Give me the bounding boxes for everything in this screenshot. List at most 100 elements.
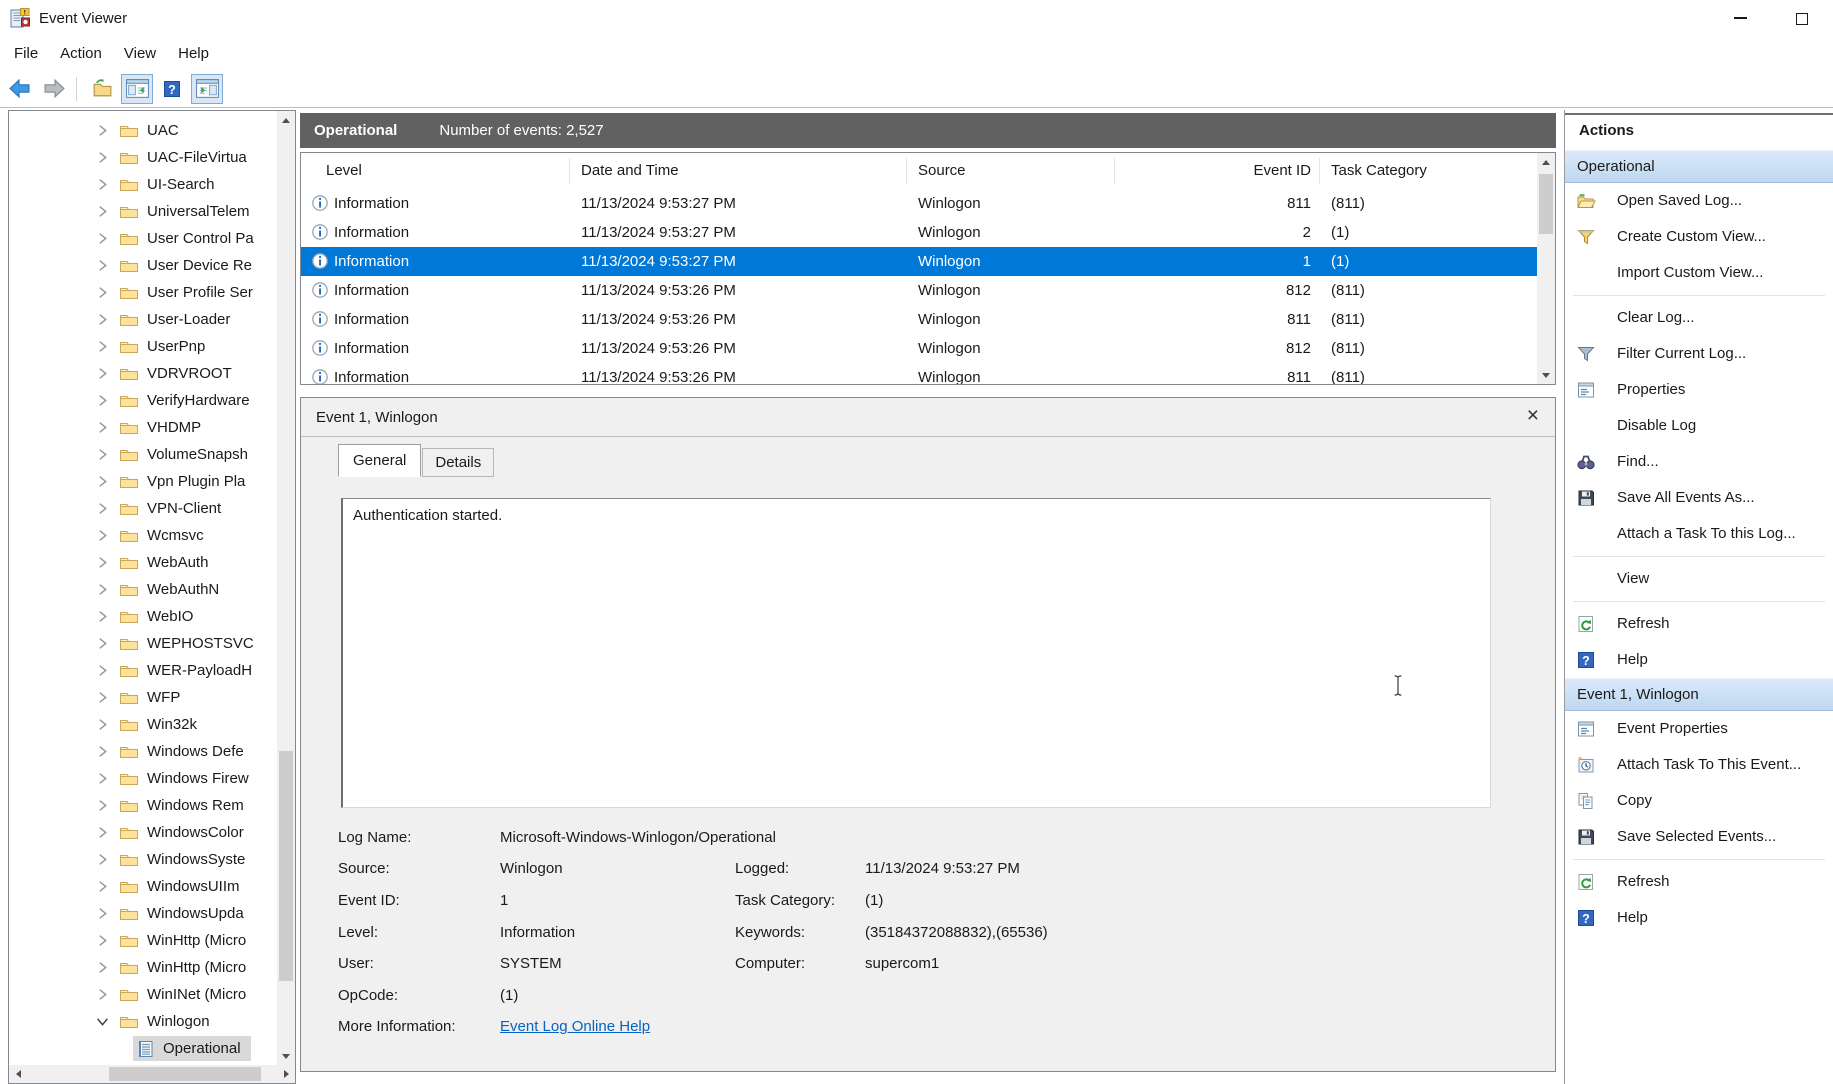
- tree-item-vpn-client[interactable]: VPN-Client: [9, 495, 279, 522]
- tree-item-wer-payloadh[interactable]: WER-PayloadH: [9, 657, 279, 684]
- actions-section-event-1-winlogon[interactable]: Event 1, Winlogon: [1565, 678, 1833, 711]
- column-header-date[interactable]: Date and Time: [581, 162, 679, 179]
- tree-item-win32k[interactable]: Win32k: [9, 711, 279, 738]
- column-header-event-id[interactable]: Event ID: [1131, 162, 1311, 179]
- minimize-button[interactable]: [1709, 0, 1771, 36]
- tree-item-user-device-re[interactable]: User Device Re: [9, 252, 279, 279]
- tree-item-user-control-pa[interactable]: User Control Pa: [9, 225, 279, 252]
- tree-item-windowsuiim[interactable]: WindowsUIIm: [9, 873, 279, 900]
- event-row[interactable]: Information11/13/2024 9:53:27 PMWinlogon…: [301, 189, 1537, 218]
- import-custom-view-action[interactable]: Import Custom View...: [1565, 255, 1833, 291]
- open-saved-log-action[interactable]: Open Saved Log...: [1565, 183, 1833, 219]
- tree-item-windows-firew[interactable]: Windows Firew: [9, 765, 279, 792]
- tree-item-verifyhardware[interactable]: VerifyHardware: [9, 387, 279, 414]
- event-row[interactable]: Information11/13/2024 9:53:26 PMWinlogon…: [301, 276, 1537, 305]
- tree-item-userpnp[interactable]: UserPnp: [9, 333, 279, 360]
- scroll-right-icon[interactable]: [277, 1065, 295, 1083]
- tree-item-wfp[interactable]: WFP: [9, 684, 279, 711]
- column-header-task-category[interactable]: Task Category: [1331, 162, 1427, 179]
- scroll-down-icon[interactable]: [277, 1047, 295, 1065]
- find-action[interactable]: Find...: [1565, 444, 1833, 480]
- tree-item-label: WER-PayloadH: [147, 662, 252, 679]
- forward-button[interactable]: [38, 74, 70, 104]
- disable-log-action[interactable]: Disable Log: [1565, 408, 1833, 444]
- clear-log-action[interactable]: Clear Log...: [1565, 300, 1833, 336]
- tree-vertical-scrollbar[interactable]: [277, 111, 295, 1065]
- export-icon: [91, 77, 114, 100]
- scroll-left-icon[interactable]: [9, 1065, 27, 1083]
- menu-view[interactable]: View: [113, 39, 167, 68]
- scroll-thumb[interactable]: [279, 751, 293, 981]
- scroll-down-icon[interactable]: [1537, 366, 1555, 384]
- filter-current-log-action[interactable]: Filter Current Log...: [1565, 336, 1833, 372]
- console-tree-toggle-button[interactable]: [121, 74, 153, 104]
- table-vertical-scrollbar[interactable]: [1537, 153, 1555, 384]
- tree-item-operational[interactable]: Operational: [9, 1035, 279, 1062]
- menu-action[interactable]: Action: [49, 39, 113, 68]
- tree-item-wcmsvc[interactable]: Wcmsvc: [9, 522, 279, 549]
- refresh-action[interactable]: Refresh: [1565, 864, 1833, 900]
- column-header-level[interactable]: Level: [326, 162, 362, 179]
- scroll-up-icon[interactable]: [277, 111, 295, 129]
- save-selected-events-action[interactable]: Save Selected Events...: [1565, 819, 1833, 855]
- export-button[interactable]: [86, 74, 118, 104]
- tree-item-windowsupda[interactable]: WindowsUpda: [9, 900, 279, 927]
- tree-item-ui-search[interactable]: UI-Search: [9, 171, 279, 198]
- tree-item-universaltelem[interactable]: UniversalTelem: [9, 198, 279, 225]
- tree-item-winlogon[interactable]: Winlogon: [9, 1008, 279, 1035]
- event-row[interactable]: Information11/13/2024 9:53:26 PMWinlogon…: [301, 334, 1537, 363]
- tree-item-vpn-plugin-pla[interactable]: Vpn Plugin Pla: [9, 468, 279, 495]
- refresh-action[interactable]: Refresh: [1565, 606, 1833, 642]
- menu-help[interactable]: Help: [167, 39, 220, 68]
- tree-item-user-profile-ser[interactable]: User Profile Ser: [9, 279, 279, 306]
- event-row[interactable]: Information11/13/2024 9:53:26 PMWinlogon…: [301, 305, 1537, 334]
- tree-horizontal-scrollbar[interactable]: [9, 1065, 295, 1083]
- actions-section-operational[interactable]: Operational: [1565, 150, 1833, 183]
- column-header-source[interactable]: Source: [918, 162, 966, 179]
- event-row[interactable]: Information11/13/2024 9:53:27 PMWinlogon…: [301, 247, 1537, 276]
- menu-file[interactable]: File: [3, 39, 49, 68]
- tree-item-wephostsvc[interactable]: WEPHOSTSVC: [9, 630, 279, 657]
- restore-button[interactable]: [1771, 0, 1833, 36]
- save-all-events-as-action[interactable]: Save All Events As...: [1565, 480, 1833, 516]
- help-action[interactable]: ?Help: [1565, 642, 1833, 678]
- event-row[interactable]: Information11/13/2024 9:53:27 PMWinlogon…: [301, 218, 1537, 247]
- tree-item-user-loader[interactable]: User-Loader: [9, 306, 279, 333]
- tree-item-winhttp-micro[interactable]: WinHttp (Micro: [9, 927, 279, 954]
- chevron-right-icon: [95, 798, 110, 813]
- tree-item-uac-filevirtua[interactable]: UAC-FileVirtua: [9, 144, 279, 171]
- tree-item-windows-defe[interactable]: Windows Defe: [9, 738, 279, 765]
- tree-item-webauthn[interactable]: WebAuthN: [9, 576, 279, 603]
- back-button[interactable]: [3, 74, 35, 104]
- view-action[interactable]: View: [1565, 561, 1833, 597]
- scroll-up-icon[interactable]: [1537, 153, 1555, 171]
- scroll-thumb[interactable]: [1539, 174, 1553, 234]
- tree-item-webio[interactable]: WebIO: [9, 603, 279, 630]
- copy-action[interactable]: Copy: [1565, 783, 1833, 819]
- tree-item-windows-rem[interactable]: Windows Rem: [9, 792, 279, 819]
- column-divider: [1114, 158, 1115, 184]
- tree-item-uac[interactable]: UAC: [9, 117, 279, 144]
- tree-item-windowscolor[interactable]: WindowsColor: [9, 819, 279, 846]
- field-value-more-information[interactable]: Event Log Online Help: [500, 1018, 650, 1035]
- action-pane-toggle-button[interactable]: [191, 74, 223, 104]
- create-custom-view-action[interactable]: Create Custom View...: [1565, 219, 1833, 255]
- tree-item-wininet-micro[interactable]: WinINet (Micro: [9, 981, 279, 1008]
- help-button[interactable]: ?: [156, 74, 188, 104]
- scroll-thumb[interactable]: [109, 1067, 261, 1081]
- event-properties-action[interactable]: Event Properties: [1565, 711, 1833, 747]
- tree-item-label: VHDMP: [147, 419, 201, 436]
- tree-item-vdrvroot[interactable]: VDRVROOT: [9, 360, 279, 387]
- tree-item-webauth[interactable]: WebAuth: [9, 549, 279, 576]
- attach-task-to-this-event-action[interactable]: Attach Task To This Event...: [1565, 747, 1833, 783]
- properties-action[interactable]: Properties: [1565, 372, 1833, 408]
- attach-a-task-to-this-log-action[interactable]: Attach a Task To this Log...: [1565, 516, 1833, 552]
- tree-item-windowssyste[interactable]: WindowsSyste: [9, 846, 279, 873]
- cell-task: (811): [1331, 282, 1365, 299]
- tree-item-vhdmp[interactable]: VHDMP: [9, 414, 279, 441]
- chevron-right-icon: [95, 663, 110, 678]
- event-row[interactable]: Information11/13/2024 9:53:26 PMWinlogon…: [301, 363, 1537, 385]
- tree-item-volumesnapsh[interactable]: VolumeSnapsh: [9, 441, 279, 468]
- help-action[interactable]: ?Help: [1565, 900, 1833, 936]
- tree-item-winhttp-micro[interactable]: WinHttp (Micro: [9, 954, 279, 981]
